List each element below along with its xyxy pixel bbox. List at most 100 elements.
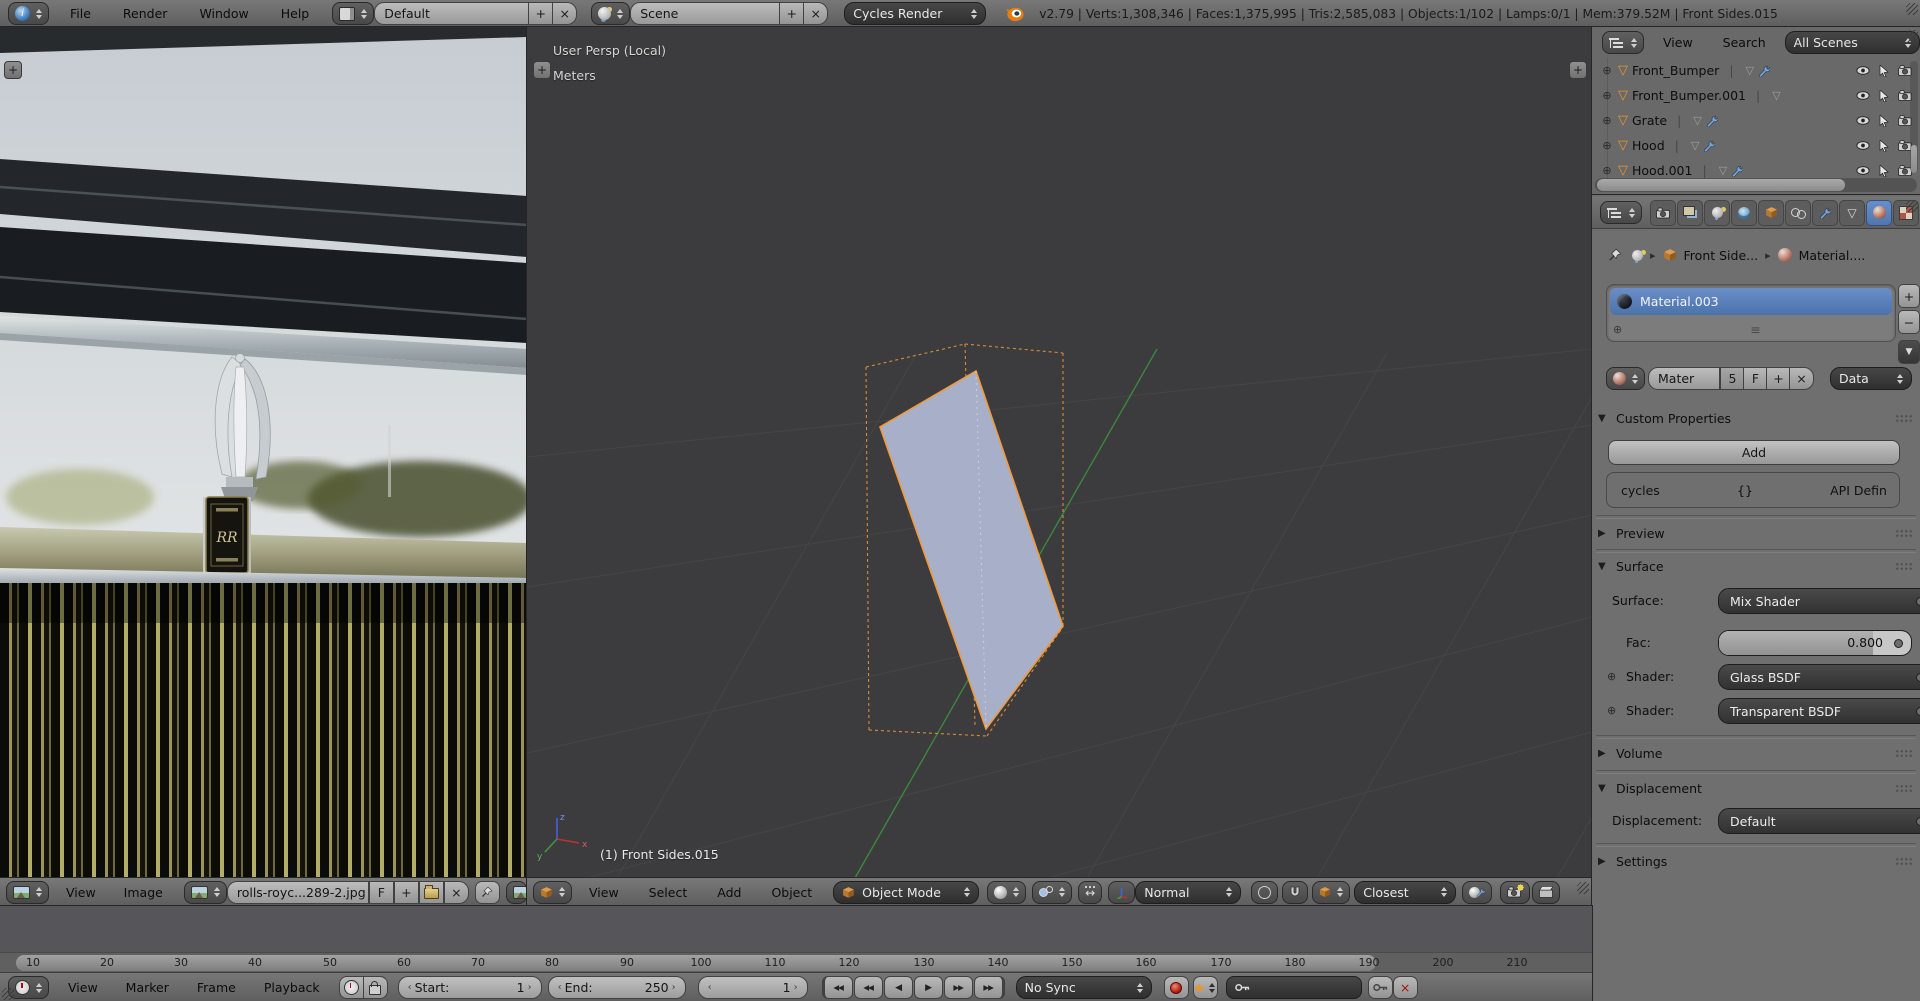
panel-grip[interactable] xyxy=(1895,783,1914,793)
area-corner-handle[interactable] xyxy=(1906,3,1918,15)
increment-chevron-icon[interactable]: › xyxy=(525,982,535,993)
increment-chevron-icon[interactable]: › xyxy=(669,982,679,993)
viewport-shading-button[interactable] xyxy=(987,880,1027,904)
add-material-slot-button[interactable]: + xyxy=(1898,284,1920,308)
expand-properties-shelf-button[interactable]: + xyxy=(1569,61,1587,79)
screen-layout-browse-button[interactable] xyxy=(332,2,375,25)
property-value[interactable]: {} xyxy=(1737,483,1753,498)
tab-modifiers[interactable] xyxy=(1812,199,1838,226)
expand-icon[interactable]: ⊕ xyxy=(1607,704,1616,717)
selected-mesh[interactable] xyxy=(879,369,1064,731)
area-corner-handle[interactable] xyxy=(2,988,14,1000)
snap-element-button[interactable] xyxy=(1312,880,1351,904)
tab-material[interactable] xyxy=(1866,199,1892,226)
custom-property-row[interactable]: cycles {} API Defin xyxy=(1606,472,1900,508)
object-name[interactable]: Hood.001 xyxy=(1632,163,1692,178)
tab-scene[interactable] xyxy=(1704,199,1730,226)
add-slot-icon[interactable]: ⊕ xyxy=(1613,323,1622,336)
active-keying-set-field[interactable] xyxy=(1225,976,1362,999)
add-scene-button[interactable]: + xyxy=(779,2,805,25)
menu-file[interactable]: File xyxy=(61,6,100,21)
menu-view[interactable]: View xyxy=(1654,35,1702,50)
unlink-image-button[interactable]: × xyxy=(443,880,469,904)
menu-view[interactable]: View xyxy=(580,885,628,900)
timeline-canvas[interactable] xyxy=(0,906,1592,952)
surface-shader-select[interactable]: Mix Shader xyxy=(1718,588,1920,614)
tab-object-data[interactable]: ▽ xyxy=(1839,199,1865,226)
close-layout-button[interactable]: × xyxy=(553,2,578,25)
insert-keyframes-button[interactable] xyxy=(1367,976,1393,999)
object-name[interactable]: Front_Bumper xyxy=(1632,63,1719,78)
unlink-material-button[interactable]: × xyxy=(1789,367,1814,390)
pivot-point-button[interactable] xyxy=(1032,880,1073,904)
selectability-cursor-icon[interactable] xyxy=(1879,165,1889,177)
expand-icon[interactable]: ⊕ xyxy=(1600,139,1614,152)
vertical-scrollbar[interactable] xyxy=(1910,61,1918,173)
menu-select[interactable]: Select xyxy=(640,885,697,900)
outliner-row[interactable]: ⊕ ▽ Front_Bumper.001 | ▽ xyxy=(1600,83,1914,108)
jump-to-start-button[interactable]: ◀◀ xyxy=(821,976,853,999)
sync-mode-select[interactable]: No Sync xyxy=(1015,976,1152,999)
remove-material-slot-button[interactable]: − xyxy=(1898,310,1920,334)
shader2-select[interactable]: Transparent BSDF xyxy=(1718,698,1920,724)
display-scope-select[interactable]: All Scenes xyxy=(1784,31,1920,54)
menu-render[interactable]: Render xyxy=(114,6,177,21)
users-count-button[interactable]: 5 xyxy=(1720,367,1745,390)
menu-add[interactable]: Add xyxy=(708,885,750,900)
menu-playback[interactable]: Playback xyxy=(255,980,329,995)
scene-icon[interactable] xyxy=(1632,249,1643,261)
object-name[interactable]: Hood xyxy=(1632,138,1665,153)
snap-toggle-button[interactable] xyxy=(1282,880,1309,904)
visibility-eye-icon[interactable] xyxy=(1856,115,1870,126)
new-image-button[interactable]: + xyxy=(393,880,419,904)
open-image-button[interactable] xyxy=(418,880,444,904)
expand-icon[interactable]: ⊕ xyxy=(1600,89,1614,102)
play-button[interactable]: ▶ xyxy=(913,976,943,999)
decrement-chevron-icon[interactable]: ‹ xyxy=(555,982,565,993)
link-mode-select[interactable]: Data xyxy=(1830,367,1912,390)
editor-type-button[interactable] xyxy=(1600,201,1642,224)
panel-displacement[interactable]: ▼ Displacement xyxy=(1598,775,1914,801)
menu-view[interactable]: View xyxy=(57,885,105,900)
close-scene-button[interactable]: × xyxy=(804,2,829,25)
menu-help[interactable]: Help xyxy=(272,6,319,21)
tab-render[interactable] xyxy=(1650,199,1676,226)
visibility-eye-icon[interactable] xyxy=(1856,140,1870,151)
panel-custom-properties[interactable]: ▼ Custom Properties xyxy=(1598,405,1914,431)
animate-dot-icon[interactable] xyxy=(1894,639,1903,648)
timeline-ruler[interactable]: 10 20 30 40 50 60 70 80 90 100 110 120 1… xyxy=(0,952,1592,973)
breadcrumb-object[interactable]: Front Side... xyxy=(1684,248,1759,263)
outliner-row[interactable]: ⊕ ▽ Grate | ▽ xyxy=(1600,108,1914,133)
selectability-cursor-icon[interactable] xyxy=(1879,140,1889,152)
jump-prev-keyframe-button[interactable]: ◀◀ xyxy=(853,976,883,999)
selectability-cursor-icon[interactable] xyxy=(1879,115,1889,127)
pin-button[interactable] xyxy=(474,880,500,904)
animate-dot-icon[interactable] xyxy=(1916,597,1920,606)
editor-type-button[interactable] xyxy=(533,880,572,904)
material-slot-selected[interactable]: Material.003 xyxy=(1610,288,1892,315)
render-helper-button[interactable] xyxy=(1462,880,1493,904)
outliner-row[interactable]: ⊕ ▽ Front_Bumper | ▽ xyxy=(1600,58,1914,83)
fac-slider[interactable]: 0.800 xyxy=(1718,630,1912,656)
decrement-chevron-icon[interactable]: ‹ xyxy=(705,982,715,993)
area-corner-handle[interactable] xyxy=(1577,882,1589,894)
increment-chevron-icon[interactable]: › xyxy=(791,982,801,993)
editor-type-button[interactable] xyxy=(8,976,49,999)
expand-toolbar-button[interactable]: + xyxy=(4,61,22,79)
add-layout-button[interactable]: + xyxy=(528,2,554,25)
new-material-button[interactable]: + xyxy=(1766,367,1791,390)
list-resize-grip[interactable]: ≡ xyxy=(1750,322,1760,337)
proportional-edit-button[interactable] xyxy=(1251,880,1279,904)
area-corner-handle[interactable] xyxy=(1906,200,1918,212)
selectability-cursor-icon[interactable] xyxy=(1879,90,1889,102)
animate-dot-icon[interactable] xyxy=(1916,673,1920,682)
use-preview-range-button[interactable] xyxy=(338,976,364,999)
image-slot-button[interactable] xyxy=(505,880,527,904)
expand-icon[interactable]: ⊕ xyxy=(1607,670,1616,683)
displacement-select[interactable]: Default xyxy=(1718,808,1920,834)
fake-user-button[interactable]: F xyxy=(1743,367,1768,390)
panel-preview[interactable]: ▶ Preview xyxy=(1598,520,1914,546)
visibility-eye-icon[interactable] xyxy=(1856,165,1870,176)
lock-time-cursor-button[interactable] xyxy=(363,976,388,999)
panel-grip[interactable] xyxy=(1895,413,1914,423)
